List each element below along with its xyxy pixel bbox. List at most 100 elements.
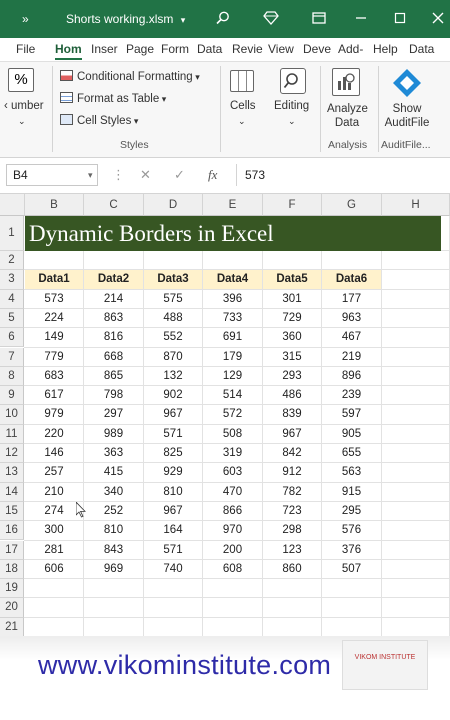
table-cell[interactable]: 224 xyxy=(25,309,83,327)
table-cell[interactable]: 655 xyxy=(322,444,381,462)
table-cell[interactable]: 274 xyxy=(25,502,83,520)
table-cell[interactable]: 297 xyxy=(84,405,143,423)
table-cell[interactable]: 123 xyxy=(263,541,321,559)
table-cell[interactable]: 575 xyxy=(144,290,202,308)
table-cell[interactable]: 839 xyxy=(263,405,321,423)
table-cell[interactable]: 723 xyxy=(263,502,321,520)
table-cell[interactable]: 132 xyxy=(144,367,202,385)
maximize-icon[interactable] xyxy=(394,0,406,38)
insert-function-icon[interactable]: fx xyxy=(208,164,217,186)
tab-developer[interactable]: Deve xyxy=(303,42,331,56)
table-cell[interactable]: 740 xyxy=(144,560,202,578)
row-header-3[interactable]: 3 xyxy=(0,270,24,290)
tab-data-2[interactable]: Data xyxy=(409,42,434,56)
show-auditfile-label[interactable]: Show AuditFile xyxy=(384,102,430,130)
tab-insert[interactable]: Inser xyxy=(91,42,118,56)
table-cell[interactable]: 508 xyxy=(203,425,262,443)
table-cell[interactable]: 576 xyxy=(322,521,381,539)
analyze-data-label[interactable]: Analyze Data xyxy=(327,102,368,130)
table-cell[interactable]: 214 xyxy=(84,290,143,308)
row-header-16[interactable]: 16 xyxy=(0,521,24,541)
tab-file[interactable]: File xyxy=(16,42,35,56)
quick-access-more-button[interactable]: » xyxy=(22,0,29,38)
table-cell[interactable]: 514 xyxy=(203,386,262,404)
analyze-data-icon[interactable] xyxy=(332,68,360,96)
table-cell[interactable]: 486 xyxy=(263,386,321,404)
table-cell[interactable]: 572 xyxy=(203,405,262,423)
row-header-1[interactable]: 1 xyxy=(0,216,24,251)
table-cell[interactable]: 319 xyxy=(203,444,262,462)
table-cell[interactable]: 177 xyxy=(322,290,381,308)
row-header-19[interactable]: 19 xyxy=(0,579,24,599)
cancel-icon[interactable]: ✕ xyxy=(140,164,151,186)
row-header-12[interactable]: 12 xyxy=(0,444,24,464)
table-cell[interactable]: 810 xyxy=(144,483,202,501)
table-cell[interactable]: 860 xyxy=(263,560,321,578)
file-title[interactable]: Shorts working.xlsm ▾ xyxy=(66,0,185,38)
table-header-cell[interactable]: Data6 xyxy=(322,270,381,290)
ribbon-display-icon[interactable] xyxy=(312,0,326,38)
table-cell[interactable]: 571 xyxy=(144,541,202,559)
cells-button-label[interactable]: Cells xyxy=(230,100,256,112)
column-header-h[interactable]: H xyxy=(382,194,450,216)
column-header-d[interactable]: D xyxy=(144,194,203,216)
row-header-20[interactable]: 20 xyxy=(0,598,24,618)
column-header-f[interactable]: F xyxy=(263,194,322,216)
table-header-cell[interactable]: Data4 xyxy=(203,270,262,290)
row-header-18[interactable]: 18 xyxy=(0,559,24,580)
table-cell[interactable]: 396 xyxy=(203,290,262,308)
search-icon[interactable] xyxy=(216,0,230,38)
row-header-14[interactable]: 14 xyxy=(0,482,24,502)
table-cell[interactable]: 843 xyxy=(84,541,143,559)
table-cell[interactable]: 969 xyxy=(84,560,143,578)
table-header-cell[interactable]: Data3 xyxy=(144,270,202,290)
table-cell[interactable]: 146 xyxy=(25,444,83,462)
more-dots-icon[interactable]: ⋮ xyxy=(112,164,125,186)
table-cell[interactable]: 295 xyxy=(322,502,381,520)
table-cell[interactable]: 816 xyxy=(84,328,143,346)
table-cell[interactable]: 220 xyxy=(25,425,83,443)
tab-page-layout[interactable]: Page xyxy=(126,42,154,56)
tab-review[interactable]: Revie xyxy=(232,42,263,56)
formula-input[interactable]: 573 xyxy=(236,164,448,186)
row-header-10[interactable]: 10 xyxy=(0,405,24,425)
table-cell[interactable]: 967 xyxy=(263,425,321,443)
format-as-table-button[interactable]: Format as Table ▾ xyxy=(60,92,166,105)
tab-data[interactable]: Data xyxy=(197,42,222,56)
table-cell[interactable]: 200 xyxy=(203,541,262,559)
column-header-c[interactable]: C xyxy=(84,194,144,216)
table-cell[interactable]: 967 xyxy=(144,405,202,423)
table-cell[interactable]: 929 xyxy=(144,463,202,481)
row-header-15[interactable]: 15 xyxy=(0,501,24,522)
table-cell[interactable]: 608 xyxy=(203,560,262,578)
table-cell[interactable]: 683 xyxy=(25,367,83,385)
table-cell[interactable]: 863 xyxy=(84,309,143,327)
table-header-cell[interactable]: Data2 xyxy=(84,270,143,290)
number-format-label[interactable]: ‹ umber xyxy=(4,100,44,112)
table-cell[interactable]: 360 xyxy=(263,328,321,346)
table-header-cell[interactable]: Data5 xyxy=(263,270,321,290)
cells-icon[interactable] xyxy=(230,70,254,92)
table-cell[interactable]: 603 xyxy=(203,463,262,481)
table-cell[interactable]: 281 xyxy=(25,541,83,559)
tab-add-ins[interactable]: Add- xyxy=(338,42,363,56)
table-cell[interactable]: 164 xyxy=(144,521,202,539)
table-cell[interactable]: 219 xyxy=(322,348,381,366)
chevron-down-icon[interactable]: ▾ xyxy=(88,164,93,186)
table-cell[interactable]: 149 xyxy=(25,328,83,346)
table-cell[interactable]: 782 xyxy=(263,483,321,501)
table-cell[interactable]: 179 xyxy=(203,348,262,366)
row-header-17[interactable]: 17 xyxy=(0,540,24,560)
row-header-7[interactable]: 7 xyxy=(0,347,24,367)
table-cell[interactable]: 298 xyxy=(263,521,321,539)
table-cell[interactable]: 842 xyxy=(263,444,321,462)
table-header-cell[interactable]: Data1 xyxy=(25,270,83,290)
column-header-b[interactable]: B xyxy=(25,194,84,216)
table-cell[interactable]: 470 xyxy=(203,483,262,501)
table-cell[interactable]: 340 xyxy=(84,483,143,501)
table-cell[interactable]: 870 xyxy=(144,348,202,366)
spreadsheet-grid[interactable]: BCDEFGH 1 2 3 4 5 6 7 8 9 10 11 12 13 14 15 16 17 18 19 20 2… xyxy=(0,194,450,636)
editing-button-label[interactable]: Editing xyxy=(274,100,309,112)
table-cell[interactable]: 798 xyxy=(84,386,143,404)
percent-icon[interactable]: % xyxy=(8,68,34,92)
